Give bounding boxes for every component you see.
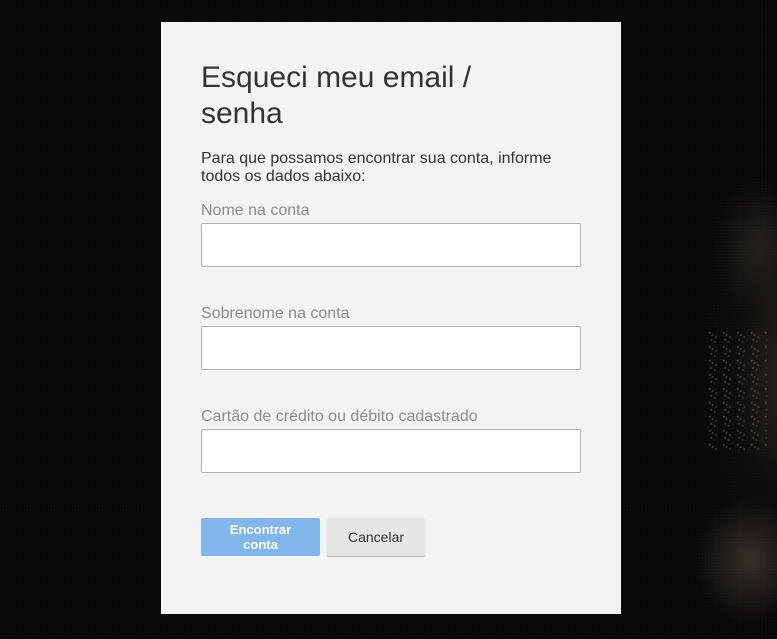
dialog-instructions: Para que possamos encontrar sua conta, i… <box>201 150 552 185</box>
first-name-label: Nome na conta <box>201 202 310 219</box>
dialog-actions: Encontrar conta Cancelar <box>201 518 581 556</box>
background-decoration <box>707 330 767 450</box>
cancel-button[interactable]: Cancelar <box>327 518 425 556</box>
last-name-input[interactable] <box>201 326 581 370</box>
card-number-label: Cartão de crédito ou débito cadastrado <box>201 408 478 425</box>
card-number-input[interactable] <box>201 429 581 473</box>
find-account-button[interactable]: Encontrar conta <box>201 518 320 556</box>
card-number-field-group: Cartão de crédito ou débito cadastrado <box>201 408 581 473</box>
first-name-field-group: Nome na conta <box>201 202 581 267</box>
dialog-title: Esqueci meu email / senha <box>201 61 472 130</box>
last-name-label: Sobrenome na conta <box>201 305 350 322</box>
forgot-credentials-dialog: Esqueci meu email / senha Para que possa… <box>161 22 621 614</box>
first-name-input[interactable] <box>201 223 581 267</box>
last-name-field-group: Sobrenome na conta <box>201 305 581 370</box>
